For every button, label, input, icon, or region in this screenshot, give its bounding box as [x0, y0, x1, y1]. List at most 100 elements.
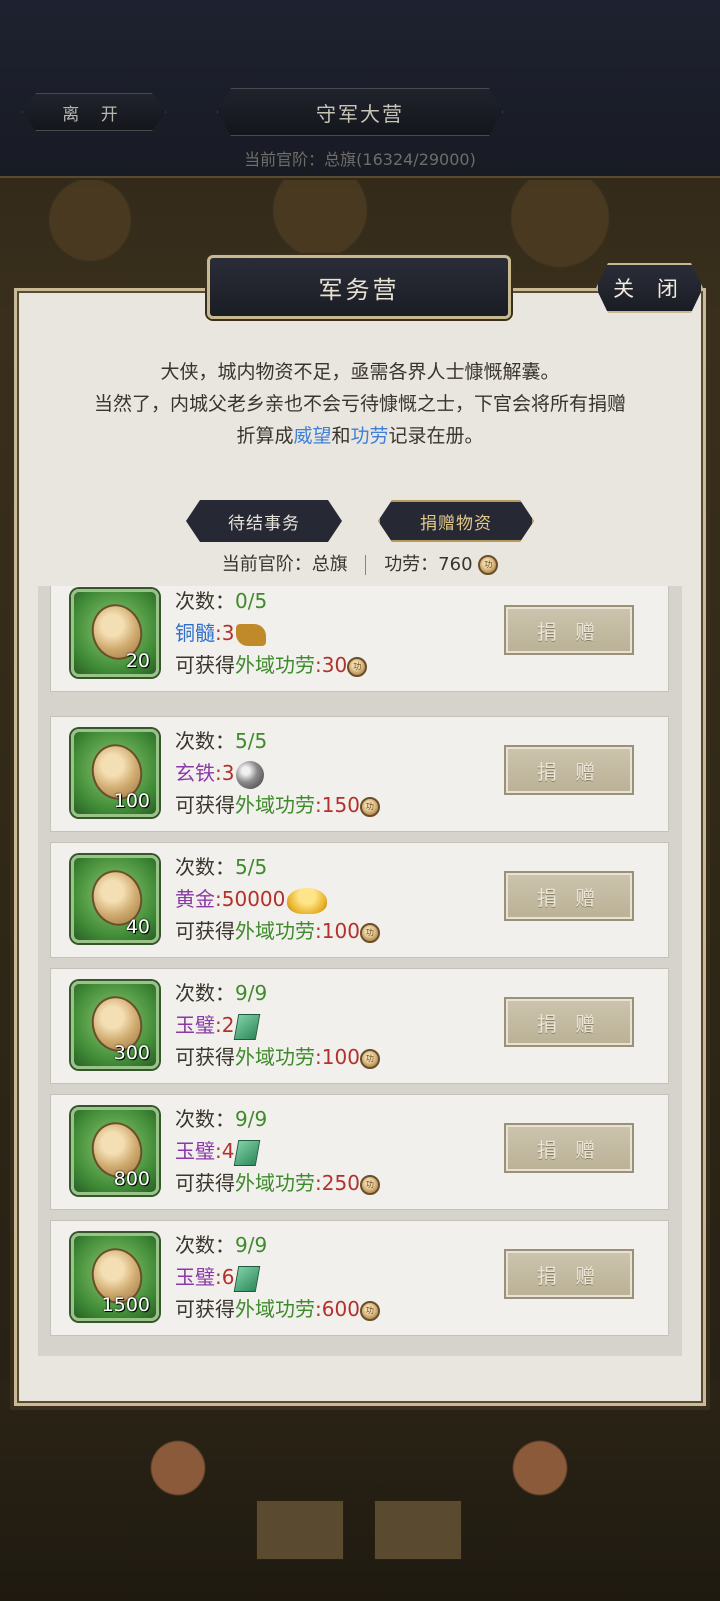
donate-button[interactable]: 捐 赠	[504, 745, 634, 795]
reward-name: 外域功劳	[235, 653, 315, 677]
reward-name: 外域功劳	[235, 1171, 315, 1195]
reward-value: :250	[315, 1171, 360, 1195]
reward-value: :100	[315, 1045, 360, 1069]
iron-ball-icon	[236, 760, 265, 789]
times-label: 次数：	[175, 1107, 235, 1131]
current-rank: 当前官阶：总旗	[221, 554, 348, 575]
crate-decor	[374, 1500, 462, 1560]
reward-prefix: 可获得	[175, 653, 235, 677]
tab-donate-supplies[interactable]: 捐赠物资	[378, 500, 534, 542]
merit-link: 功劳	[350, 425, 389, 447]
reward-value: :30	[315, 653, 348, 677]
resource-count: :3	[215, 621, 235, 645]
merit-count: 功劳：760	[384, 554, 473, 575]
resource-name: 玉璧	[175, 1265, 215, 1289]
reward-value: :600	[315, 1297, 360, 1321]
donation-row: 100 次数：5/5 玄铁:3 可获得外域功劳:150 功 捐 赠	[50, 716, 669, 832]
merit-coin-icon: 功	[359, 796, 380, 817]
merit-token-item-icon[interactable]: 1500	[71, 1233, 159, 1321]
intro-text-part: 和	[331, 425, 351, 447]
times-line: 次数：5/5	[175, 725, 267, 754]
resource-name: 黄金	[175, 887, 215, 911]
item-quantity: 1500	[101, 1294, 150, 1316]
item-quantity: 20	[125, 650, 150, 672]
times-line: 次数：9/9	[175, 977, 267, 1006]
cost-line: 黄金:50000	[175, 883, 328, 914]
jade-icon	[234, 1265, 261, 1292]
reward-line: 可获得外域功劳:100 功	[175, 915, 380, 944]
times-value: 5/5	[235, 729, 268, 753]
merit-coin-icon: 功	[359, 1174, 380, 1195]
gold-ingot-icon	[287, 887, 328, 914]
donate-button[interactable]: 捐 赠	[504, 605, 634, 655]
times-value: 9/9	[235, 1107, 268, 1131]
resource-name: 铜髓	[175, 621, 215, 645]
intro-line: 大侠，城内物资不足，亟需各界人士慷慨解囊。	[160, 361, 560, 383]
donate-button[interactable]: 捐 赠	[504, 1249, 634, 1299]
tab-pending-affairs[interactable]: 待结事务	[186, 500, 342, 542]
resource-count: :6	[215, 1265, 235, 1289]
close-button[interactable]: 关 闭	[596, 263, 703, 313]
merit-token-item-icon[interactable]: 100	[71, 729, 159, 817]
item-quantity: 300	[113, 1042, 150, 1064]
resource-count: :4	[215, 1139, 235, 1163]
cost-line: 玄铁:3	[175, 757, 265, 789]
reward-line: 可获得外域功劳:100 功	[175, 1041, 380, 1070]
times-label: 次数：	[175, 1233, 235, 1257]
times-line: 次数：9/9	[175, 1103, 267, 1132]
jade-icon	[234, 1013, 261, 1040]
cost-line: 玉璧:2	[175, 1009, 261, 1040]
reward-prefix: 可获得	[175, 919, 235, 943]
copper-icon	[236, 623, 267, 646]
cost-line: 玉璧:4	[175, 1135, 261, 1166]
intro-line: 当然了，内城父老乡亲也不会亏待慷慨之士，下官会将所有捐赠	[93, 393, 626, 415]
donation-row: 40 次数：5/5 黄金:50000 可获得外域功劳:100 功 捐 赠	[50, 842, 669, 958]
reward-name: 外域功劳	[235, 1297, 315, 1321]
item-quantity: 40	[125, 916, 150, 938]
rank-progress-text: 当前官阶：总旗(16324/29000)	[244, 150, 476, 169]
reward-name: 外域功劳	[235, 1045, 315, 1069]
times-line: 次数：9/9	[175, 1229, 267, 1258]
resource-name: 玉璧	[175, 1139, 215, 1163]
reward-prefix: 可获得	[175, 793, 235, 817]
times-label: 次数：	[175, 855, 235, 879]
item-quantity: 800	[113, 1168, 150, 1190]
reward-prefix: 可获得	[175, 1171, 235, 1195]
times-label: 次数：	[175, 981, 235, 1005]
item-quantity: 100	[113, 790, 150, 812]
reward-value: :100	[315, 919, 360, 943]
times-label: 次数：	[175, 589, 235, 613]
times-line: 次数：5/5	[175, 851, 267, 880]
background-ground	[0, 1380, 720, 1601]
merit-token-item-icon[interactable]: 800	[71, 1107, 159, 1195]
merit-token-item-icon[interactable]: 20	[71, 589, 159, 677]
times-value: 0/5	[235, 589, 268, 613]
merit-token-item-icon[interactable]: 300	[71, 981, 159, 1069]
prestige-link: 威望	[293, 425, 332, 447]
intro-text-part: 记录在册。	[388, 425, 484, 447]
resource-count: :2	[215, 1013, 235, 1037]
times-line: 次数：0/5	[175, 586, 267, 614]
reward-name: 外域功劳	[235, 793, 315, 817]
cost-line: 铜髓:3	[175, 617, 267, 646]
donation-row: 800 次数：9/9 玉璧:4 可获得外域功劳:250 功 捐 赠	[50, 1094, 669, 1210]
reward-prefix: 可获得	[175, 1297, 235, 1321]
crate-decor	[256, 1500, 344, 1560]
merit-coin-icon: 功	[359, 1300, 380, 1321]
resource-name: 玉璧	[175, 1013, 215, 1037]
donate-button[interactable]: 捐 赠	[504, 1123, 634, 1173]
donate-button[interactable]: 捐 赠	[504, 997, 634, 1047]
donate-button[interactable]: 捐 赠	[504, 871, 634, 921]
jade-icon	[234, 1139, 261, 1166]
merit-token-item-icon[interactable]: 40	[71, 855, 159, 943]
reward-name: 外域功劳	[235, 919, 315, 943]
times-value: 9/9	[235, 981, 268, 1005]
merit-coin-icon: 功	[478, 555, 499, 575]
resource-count: :50000	[215, 887, 286, 911]
merit-coin-icon: 功	[347, 656, 368, 677]
donation-list[interactable]: 20 次数：0/5 铜髓:3 可获得外域功劳:30 功 捐 赠 100 次数：5/…	[38, 586, 682, 1356]
donation-row: 1500 次数：9/9 玉璧:6 可获得外域功劳:600 功 捐 赠	[50, 1220, 669, 1336]
intro-text: 大侠，城内物资不足，亟需各界人士慷慨解囊。 当然了，内城父老乡亲也不会亏待慷慨之…	[40, 356, 680, 452]
leave-button[interactable]: 离 开	[22, 93, 166, 131]
panel-title: 军务营	[207, 255, 511, 319]
